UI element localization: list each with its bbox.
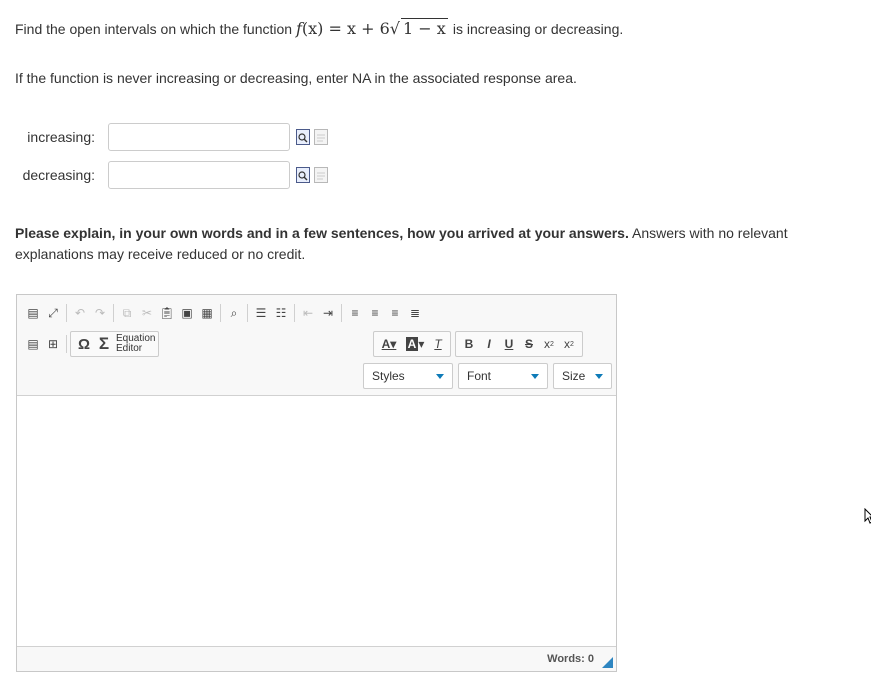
numbered-list-icon[interactable]: ☰ — [251, 303, 271, 323]
remove-format-icon[interactable]: T — [428, 334, 448, 354]
editor-toolbar: ▤ ⤢ ↶ ↷ ⧉ ✂ 📋︎ ▣ ▦ ⌕ ☰ ☷ ⇤ ⇥ ≡ ≡ ≡ ≣ ▤ ⊞… — [17, 295, 616, 396]
outdent-icon[interactable]: ⇤ — [298, 303, 318, 323]
underline-icon[interactable]: U — [499, 334, 519, 354]
size-dropdown[interactable]: Size — [553, 363, 612, 389]
paste-icon[interactable]: 📋︎ — [157, 303, 177, 323]
help-icon[interactable] — [314, 129, 328, 145]
function-formula: f(x) = x + 6√ 1 − x — [295, 18, 448, 38]
redo-icon[interactable]: ↷ — [90, 303, 110, 323]
preview-icon[interactable] — [296, 167, 310, 183]
justify-icon[interactable]: ≣ — [405, 303, 425, 323]
chevron-down-icon — [436, 373, 444, 379]
question-prefix: Find the open intervals on which the fun… — [15, 21, 293, 37]
mouse-cursor-icon — [864, 508, 871, 524]
table-icon[interactable]: ⊞ — [43, 334, 63, 354]
background-color-icon[interactable]: A ▾ — [402, 334, 428, 354]
equation-editor-button[interactable]: Equation Editor — [116, 334, 155, 354]
instruction-note: If the function is never increasing or d… — [15, 70, 577, 86]
decreasing-label: decreasing: — [22, 167, 95, 183]
question-suffix: is increasing or decreasing. — [452, 21, 624, 37]
format-group: B I U S x2 x2 — [455, 331, 583, 357]
decreasing-input[interactable] — [108, 161, 290, 189]
resize-handle-icon[interactable] — [602, 657, 613, 668]
italic-icon[interactable]: I — [479, 334, 499, 354]
help-icon[interactable] — [314, 167, 328, 183]
color-group: A▾ A ▾ T — [373, 331, 451, 357]
copy-icon[interactable]: ⧉ — [117, 303, 137, 323]
rich-text-editor: ▤ ⤢ ↶ ↷ ⧉ ✂ 📋︎ ▣ ▦ ⌕ ☰ ☷ ⇤ ⇥ ≡ ≡ ≡ ≣ ▤ ⊞… — [16, 294, 617, 672]
chevron-down-icon — [531, 373, 539, 379]
find-icon[interactable]: ⌕ — [224, 303, 244, 323]
editor-footer: Words: 0 — [17, 646, 616, 671]
question-text: Find the open intervals on which the fun… — [15, 18, 623, 38]
superscript-icon[interactable]: x2 — [559, 334, 579, 354]
horizontal-rule-icon[interactable]: ▤ — [23, 334, 43, 354]
paste-text-icon[interactable]: ▣ — [177, 303, 197, 323]
toolbar-row-2-left: ▤ ⊞ Ω Σ Equation Editor — [23, 331, 160, 357]
chevron-down-icon — [595, 373, 603, 379]
align-left-icon[interactable]: ≡ — [345, 303, 365, 323]
word-count: Words: 0 — [547, 653, 594, 665]
styles-dropdown[interactable]: Styles — [363, 363, 453, 389]
special-char-icon[interactable]: Ω — [74, 334, 94, 354]
text-color-icon[interactable]: A▾ — [376, 334, 402, 354]
decreasing-row: decreasing: — [15, 160, 328, 190]
paste-word-icon[interactable]: ▦ — [197, 303, 217, 323]
subscript-icon[interactable]: x2 — [539, 334, 559, 354]
align-center-icon[interactable]: ≡ — [365, 303, 385, 323]
editor-content-area[interactable] — [17, 396, 616, 646]
special-tools-group: Ω Σ Equation Editor — [70, 331, 160, 357]
maximize-icon[interactable]: ⤢ — [43, 303, 63, 323]
source-icon[interactable]: ▤ — [23, 303, 43, 323]
preview-icon[interactable] — [296, 129, 310, 145]
indent-icon[interactable]: ⇥ — [318, 303, 338, 323]
font-dropdown[interactable]: Font — [458, 363, 548, 389]
undo-icon[interactable]: ↶ — [70, 303, 90, 323]
bulleted-list-icon[interactable]: ☷ — [271, 303, 291, 323]
increasing-row: increasing: — [15, 122, 328, 152]
align-right-icon[interactable]: ≡ — [385, 303, 405, 323]
toolbar-row-2-right: A▾ A ▾ T B I U S x2 x2 — [373, 331, 583, 357]
strikethrough-icon[interactable]: S — [519, 334, 539, 354]
cut-icon[interactable]: ✂ — [137, 303, 157, 323]
explanation-prompt: Please explain, in your own words and in… — [15, 223, 855, 265]
equation-editor-icon[interactable]: Σ — [94, 334, 114, 354]
increasing-label: increasing: — [27, 129, 95, 145]
increasing-input[interactable] — [108, 123, 290, 151]
bold-icon[interactable]: B — [459, 334, 479, 354]
explanation-bold: Please explain, in your own words and in… — [15, 225, 629, 241]
toolbar-row-1: ▤ ⤢ ↶ ↷ ⧉ ✂ 📋︎ ▣ ▦ ⌕ ☰ ☷ ⇤ ⇥ ≡ ≡ ≡ ≣ — [23, 301, 425, 325]
